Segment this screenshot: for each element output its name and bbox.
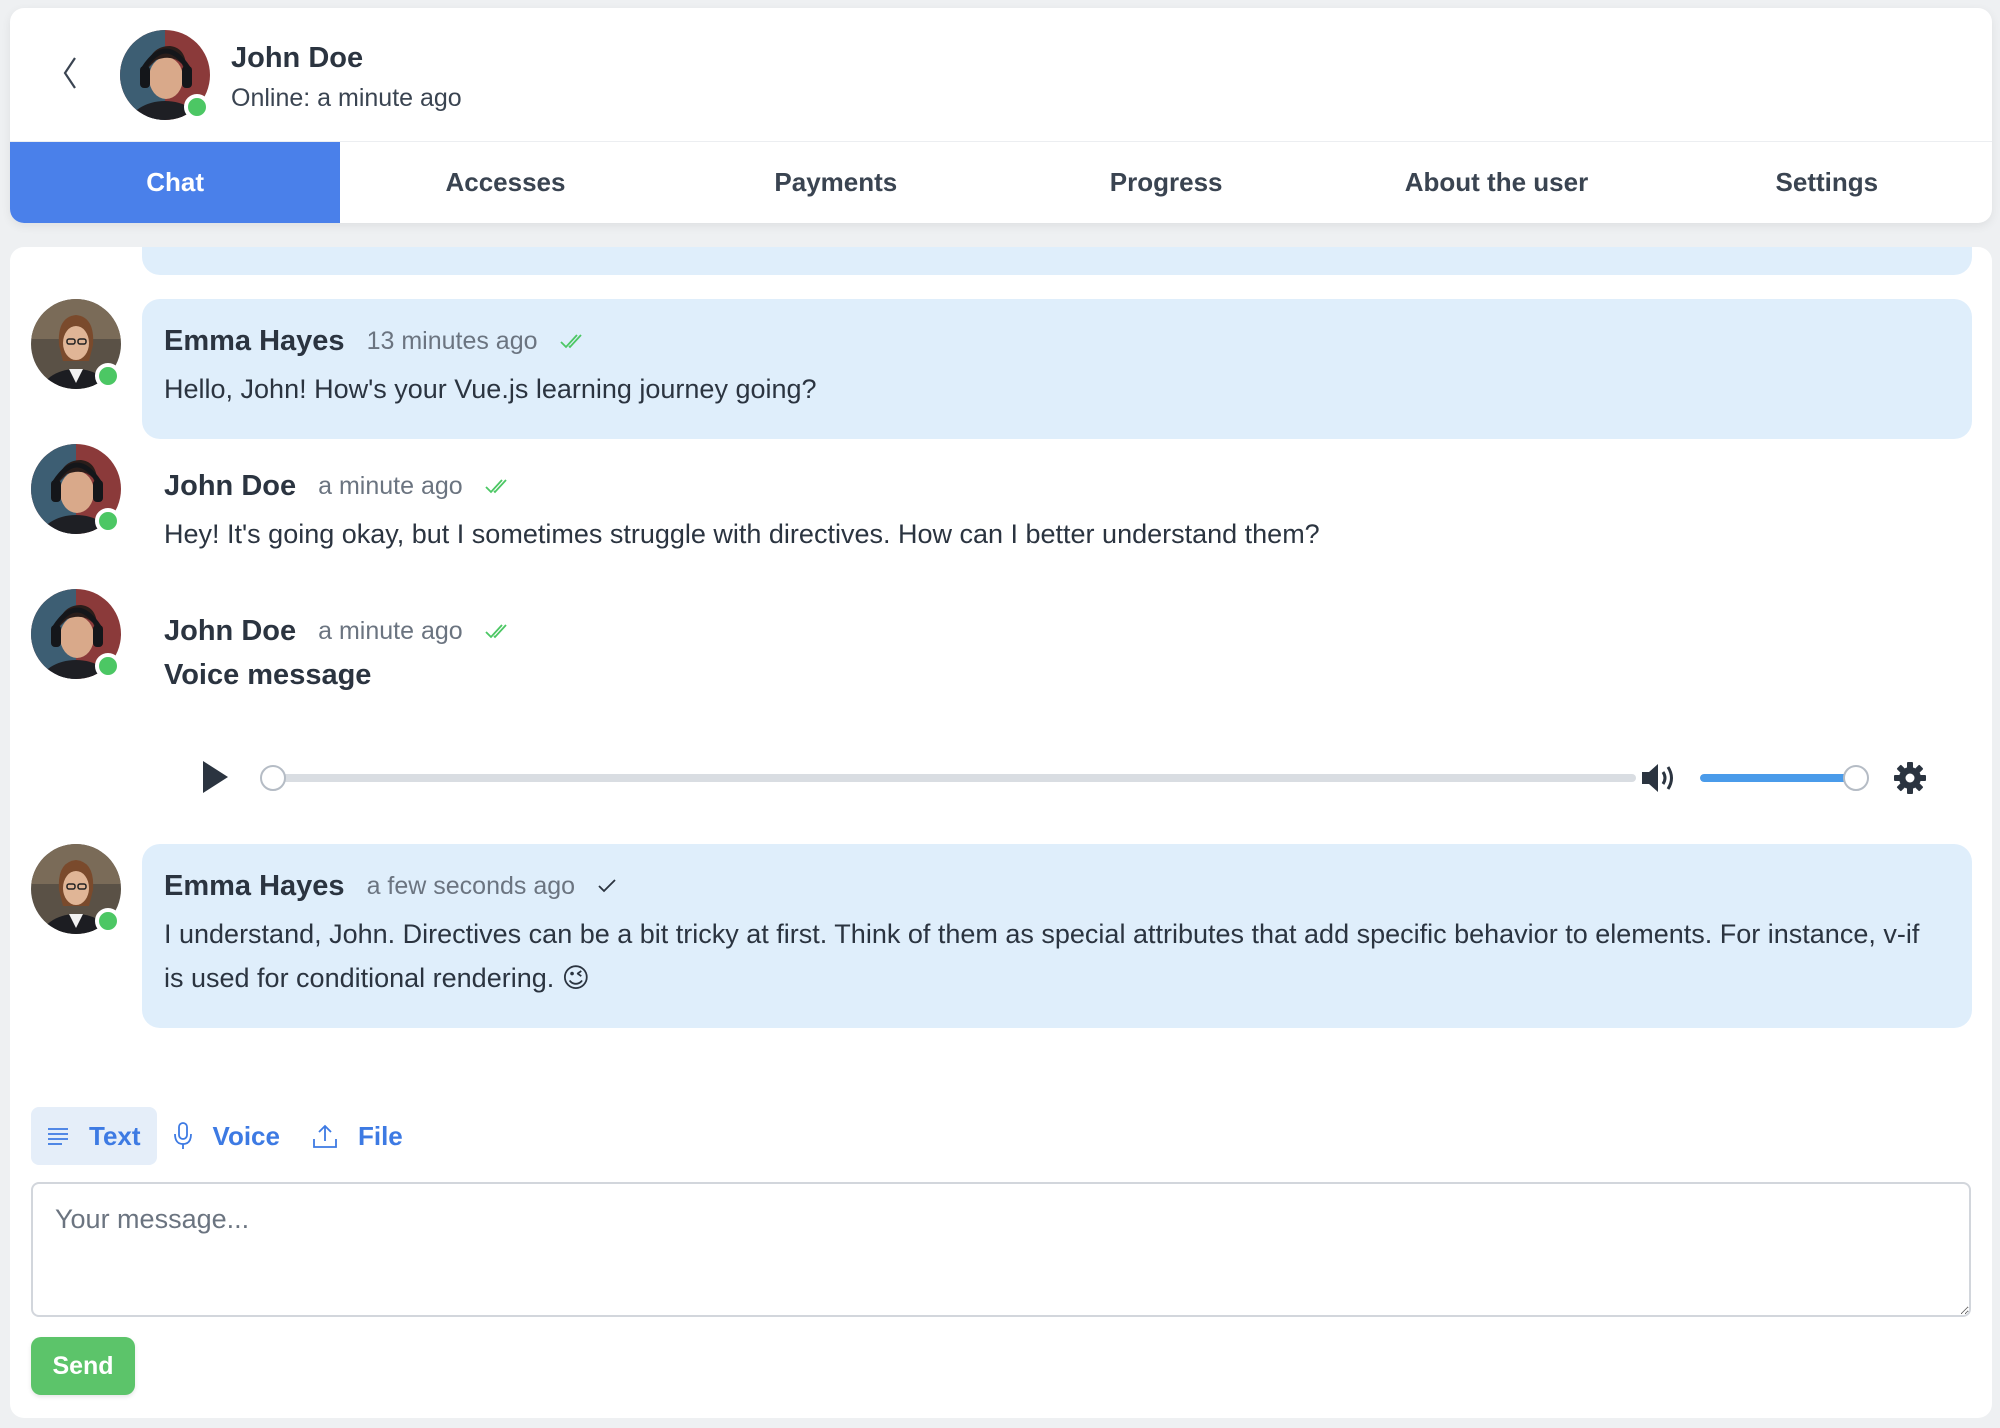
- message-input[interactable]: [31, 1182, 1971, 1317]
- send-button[interactable]: Send: [31, 1337, 135, 1395]
- voice-mode-label: Voice: [212, 1120, 280, 1151]
- volume-handle[interactable]: [1843, 765, 1869, 791]
- message-bubble: Emma Hayes 13 minutes ago Hello, John! H…: [142, 299, 1972, 439]
- message-author: Emma Hayes: [164, 324, 345, 357]
- tab-bar: Chat Accesses Payments Progress About th…: [10, 142, 1992, 223]
- message-text: Hey! It's going okay, but I sometimes st…: [164, 519, 1320, 549]
- message-time: a few seconds ago: [366, 871, 576, 900]
- message-author: John Doe: [164, 469, 297, 502]
- message-author: John Doe: [164, 614, 297, 647]
- user-name: John Doe: [231, 42, 364, 74]
- message-bubble: John Doe a minute ago Hey! It's going ok…: [142, 444, 1972, 564]
- seek-bar[interactable]: [270, 774, 1636, 782]
- composer-mode-bar: Text Voice File: [31, 1107, 419, 1165]
- chevron-left-icon: [63, 57, 76, 89]
- user-header-top: John Doe Online: a minute ago: [10, 8, 1992, 142]
- avatar[interactable]: [31, 589, 121, 679]
- user-status: Online: a minute ago: [231, 84, 462, 112]
- message-text: I understand, John. Directives can be a …: [164, 919, 1920, 993]
- check-icon: [597, 878, 617, 894]
- file-mode-button[interactable]: File: [296, 1107, 419, 1165]
- tab-about-the-user[interactable]: About the user: [1331, 142, 1661, 223]
- online-indicator: [184, 94, 210, 120]
- text-mode-label: Text: [89, 1120, 141, 1151]
- gear-icon[interactable]: [1893, 761, 1927, 795]
- user-header: John Doe Online: a minute ago Chat Acces…: [10, 8, 1992, 223]
- double-check-icon: [485, 623, 511, 639]
- avatar[interactable]: [120, 30, 210, 120]
- online-indicator: [95, 653, 121, 679]
- file-mode-label: File: [357, 1120, 403, 1151]
- message-time: 13 minutes ago: [366, 326, 538, 355]
- seek-handle[interactable]: [260, 765, 286, 791]
- play-icon[interactable]: [200, 759, 230, 795]
- avatar[interactable]: [31, 444, 121, 534]
- chat-panel: Emma Hayes 13 minutes ago Hello, John! H…: [10, 247, 1992, 1418]
- online-indicator: [95, 363, 121, 389]
- voice-message-title: Voice message: [164, 659, 372, 691]
- previous-message-bubble: [142, 247, 1972, 275]
- audio-player: [200, 747, 1940, 807]
- message-text: Hello, John! How's your Vue.js learning …: [164, 374, 817, 404]
- tab-chat[interactable]: Chat: [10, 142, 341, 223]
- tab-settings[interactable]: Settings: [1662, 142, 1992, 223]
- online-indicator: [95, 908, 121, 934]
- message-author: Emma Hayes: [164, 869, 345, 902]
- double-check-icon: [560, 333, 586, 349]
- text-lines-icon: [48, 1128, 68, 1145]
- tab-payments[interactable]: Payments: [671, 142, 1001, 223]
- text-mode-button[interactable]: Text: [31, 1107, 157, 1165]
- voice-mode-button[interactable]: Voice: [157, 1107, 296, 1165]
- online-indicator: [95, 508, 121, 534]
- message-bubble: Emma Hayes a few seconds ago I understan…: [142, 844, 1972, 1028]
- double-check-icon: [485, 478, 511, 494]
- avatar[interactable]: [31, 844, 121, 934]
- avatar[interactable]: [31, 299, 121, 389]
- back-button[interactable]: [50, 48, 90, 98]
- message-time: a minute ago: [318, 616, 463, 645]
- upload-icon: [313, 1124, 337, 1148]
- tab-progress[interactable]: Progress: [1001, 142, 1331, 223]
- volume-icon[interactable]: [1640, 761, 1678, 795]
- microphone-icon: [173, 1122, 192, 1149]
- message-time: a minute ago: [318, 471, 463, 500]
- tab-accesses[interactable]: Accesses: [340, 142, 670, 223]
